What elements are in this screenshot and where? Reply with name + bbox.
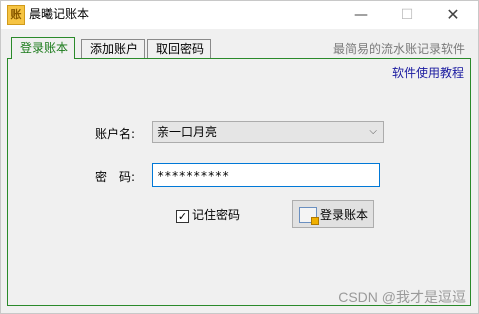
minimize-button[interactable]: — <box>338 1 384 29</box>
app-window: 账 晨曦记账本 — ☐ ✕ 登录账本 添加账户 取回密码 最简易的流水账记录软件… <box>0 0 479 314</box>
account-select[interactable]: 亲一口月亮 ⌵ <box>152 121 384 143</box>
close-button[interactable]: ✕ <box>430 1 476 29</box>
password-label: 密 码: <box>95 170 136 184</box>
tab-add-account[interactable]: 添加账户 <box>81 39 146 59</box>
title-bar: 账 晨曦记账本 — ☐ ✕ <box>1 1 478 29</box>
login-icon <box>299 207 319 225</box>
login-button-label: 登录账本 <box>320 208 369 222</box>
remember-password-option[interactable]: ✓ 记住密码 <box>176 207 240 223</box>
password-input[interactable]: ********** <box>152 163 380 187</box>
app-tagline: 最简易的流水账记录软件 <box>332 42 465 56</box>
chevron-down-icon: ⌵ <box>369 126 377 137</box>
maximize-button[interactable]: ☐ <box>384 1 430 29</box>
window-title: 晨曦记账本 <box>29 7 90 21</box>
ledger-app-icon: 账 <box>7 5 25 25</box>
remember-password-checkbox[interactable]: ✓ <box>176 210 189 223</box>
tab-strip: 登录账本 添加账户 取回密码 最简易的流水账记录软件 <box>7 37 473 59</box>
account-label: 账户名: <box>95 127 136 141</box>
account-select-value: 亲一口月亮 <box>157 125 218 139</box>
tab-login[interactable]: 登录账本 <box>11 37 76 59</box>
login-button[interactable]: 登录账本 <box>292 200 374 228</box>
watermark: CSDN @我才是逗逗 <box>338 289 466 305</box>
login-panel: 软件使用教程 账户名: 亲一口月亮 ⌵ 密 码: ********** ✓ 记住密… <box>7 58 471 306</box>
tab-recover-password[interactable]: 取回密码 <box>147 39 212 59</box>
help-tutorial-link[interactable]: 软件使用教程 <box>392 64 464 81</box>
remember-password-label: 记住密码 <box>192 208 241 222</box>
